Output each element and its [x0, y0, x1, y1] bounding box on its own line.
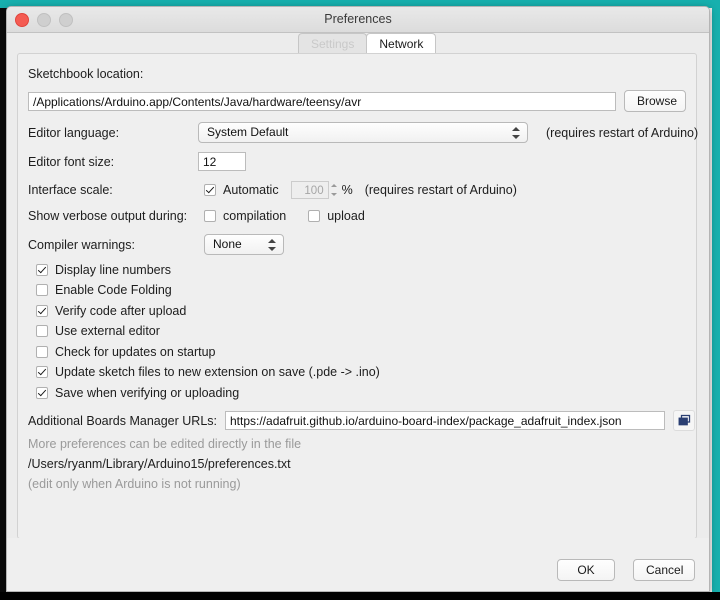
- checkbox-row-use-external-editor[interactable]: Use external editor: [36, 324, 160, 338]
- checkbox-row-display-line-numbers[interactable]: Display line numbers: [36, 263, 171, 277]
- interface-scale-value[interactable]: 100: [290, 181, 329, 199]
- stepper-arrows-icon[interactable]: [330, 183, 339, 197]
- boards-manager-label: Additional Boards Manager URLs:: [28, 413, 217, 428]
- tab-bar: Settings Network: [7, 33, 709, 55]
- boards-manager-urls-input[interactable]: https://adafruit.github.io/arduino-board…: [225, 411, 665, 430]
- editor-font-size-row: Editor font size: 12: [28, 152, 246, 171]
- traffic-lights: [15, 13, 73, 27]
- display-line-numbers-checkbox[interactable]: [36, 264, 48, 276]
- ok-button[interactable]: OK: [557, 559, 615, 581]
- interface-scale-automatic-label: Automatic: [223, 183, 279, 197]
- more-prefs-line3: (edit only when Arduino is not running): [28, 477, 241, 491]
- compiler-warnings-value: None: [213, 237, 242, 251]
- more-prefs-line1-text: More preferences can be edited directly …: [28, 437, 302, 451]
- zoom-button-icon[interactable]: [59, 13, 73, 27]
- settings-panel: Sketchbook location: /Applications/Ardui…: [17, 53, 698, 539]
- use-external-editor-label: Use external editor: [55, 324, 160, 338]
- minimize-button-icon[interactable]: [37, 13, 51, 27]
- interface-scale-automatic-checkbox[interactable]: [204, 184, 216, 196]
- background-accent-right: [712, 0, 720, 592]
- tab-network[interactable]: Network: [366, 33, 437, 55]
- screen-bottom-edge: [0, 592, 720, 600]
- preferences-window: Preferences Settings Network Sketchbook …: [6, 6, 710, 592]
- enable-code-folding-checkbox[interactable]: [36, 284, 48, 296]
- editor-language-label: Editor language:: [28, 125, 120, 140]
- checkbox-row-verify-code-after-upload[interactable]: Verify code after upload: [36, 304, 186, 318]
- interface-scale-note: (requires restart of Arduino): [364, 183, 517, 197]
- interface-scale-percent-label: %: [341, 183, 353, 197]
- checkbox-row-update-sketch-files[interactable]: Update sketch files to new extension on …: [36, 365, 380, 379]
- editor-language-row: Editor language: System Default (require…: [28, 122, 698, 143]
- sketchbook-location-input[interactable]: /Applications/Arduino.app/Contents/Java/…: [28, 91, 616, 111]
- close-button-icon[interactable]: [15, 13, 29, 27]
- compiler-warnings-row: Compiler warnings: None: [28, 234, 284, 255]
- sketchbook-location-row: /Applications/Arduino.app/Contents/Java/…: [28, 90, 686, 112]
- compiler-warnings-label: Compiler warnings:: [28, 237, 135, 252]
- checkbox-row-save-when-verifying[interactable]: Save when verifying or uploading: [36, 386, 239, 400]
- tab-settings[interactable]: Settings: [298, 33, 368, 55]
- more-prefs-path: /Users/ryanm/Library/Arduino15/preferenc…: [28, 457, 291, 471]
- checkbox-row-check-for-updates[interactable]: Check for updates on startup: [36, 345, 216, 359]
- verbose-compilation-label: compilation: [223, 209, 287, 223]
- update-sketch-files-checkbox[interactable]: [36, 366, 48, 378]
- verbose-compilation-checkbox[interactable]: [204, 210, 216, 222]
- browse-button[interactable]: Browse: [624, 90, 686, 112]
- window-titlebar: Preferences: [7, 7, 709, 33]
- verbose-upload-checkbox[interactable]: [308, 210, 321, 222]
- sketchbook-location-label-row: Sketchbook location:: [28, 67, 143, 81]
- interface-scale-label: Interface scale:: [28, 183, 113, 197]
- dialog-footer: OK Cancel: [7, 538, 709, 591]
- sketchbook-location-label: Sketchbook location:: [28, 67, 144, 81]
- screen: 9 5 Preferences Settings Network Sketchb…: [0, 0, 720, 600]
- editor-language-value: System Default: [207, 125, 289, 139]
- open-window-icon[interactable]: [673, 410, 695, 431]
- editor-font-size-label: Editor font size:: [28, 154, 115, 169]
- editor-language-note: (requires restart of Arduino): [546, 125, 699, 140]
- more-prefs-path-text: /Users/ryanm/Library/Arduino15/preferenc…: [28, 457, 291, 471]
- display-line-numbers-label: Display line numbers: [55, 263, 172, 277]
- verbose-output-row: Show verbose output during: compilation …: [28, 209, 365, 223]
- boards-manager-row: Additional Boards Manager URLs: https://…: [28, 410, 695, 431]
- window-title: Preferences: [324, 12, 392, 26]
- chevron-updown-icon: [268, 238, 277, 253]
- verbose-output-label: Show verbose output during:: [28, 209, 188, 223]
- more-prefs-line3-text: (edit only when Arduino is not running): [28, 477, 241, 491]
- save-when-verifying-label: Save when verifying or uploading: [55, 386, 240, 400]
- more-prefs-line1: More preferences can be edited directly …: [28, 437, 301, 451]
- interface-scale-row: Interface scale: Automatic 100 % (requir…: [28, 181, 517, 199]
- editor-language-select[interactable]: System Default: [198, 122, 528, 143]
- use-external-editor-checkbox[interactable]: [36, 325, 48, 337]
- verify-code-after-upload-label: Verify code after upload: [55, 304, 187, 318]
- checkbox-row-enable-code-folding[interactable]: Enable Code Folding: [36, 283, 172, 297]
- save-when-verifying-checkbox[interactable]: [36, 387, 48, 399]
- check-for-updates-label: Check for updates on startup: [55, 345, 216, 359]
- verbose-upload-label: upload: [327, 209, 365, 223]
- interface-scale-stepper[interactable]: 100: [290, 181, 339, 199]
- compiler-warnings-select[interactable]: None: [204, 234, 284, 255]
- check-for-updates-checkbox[interactable]: [36, 346, 48, 358]
- cancel-button[interactable]: Cancel: [633, 559, 695, 581]
- editor-font-size-input[interactable]: 12: [198, 152, 246, 171]
- verify-code-after-upload-checkbox[interactable]: [36, 305, 48, 317]
- update-sketch-files-label: Update sketch files to new extension on …: [55, 365, 380, 379]
- enable-code-folding-label: Enable Code Folding: [55, 283, 172, 297]
- chevron-updown-icon: [512, 126, 521, 141]
